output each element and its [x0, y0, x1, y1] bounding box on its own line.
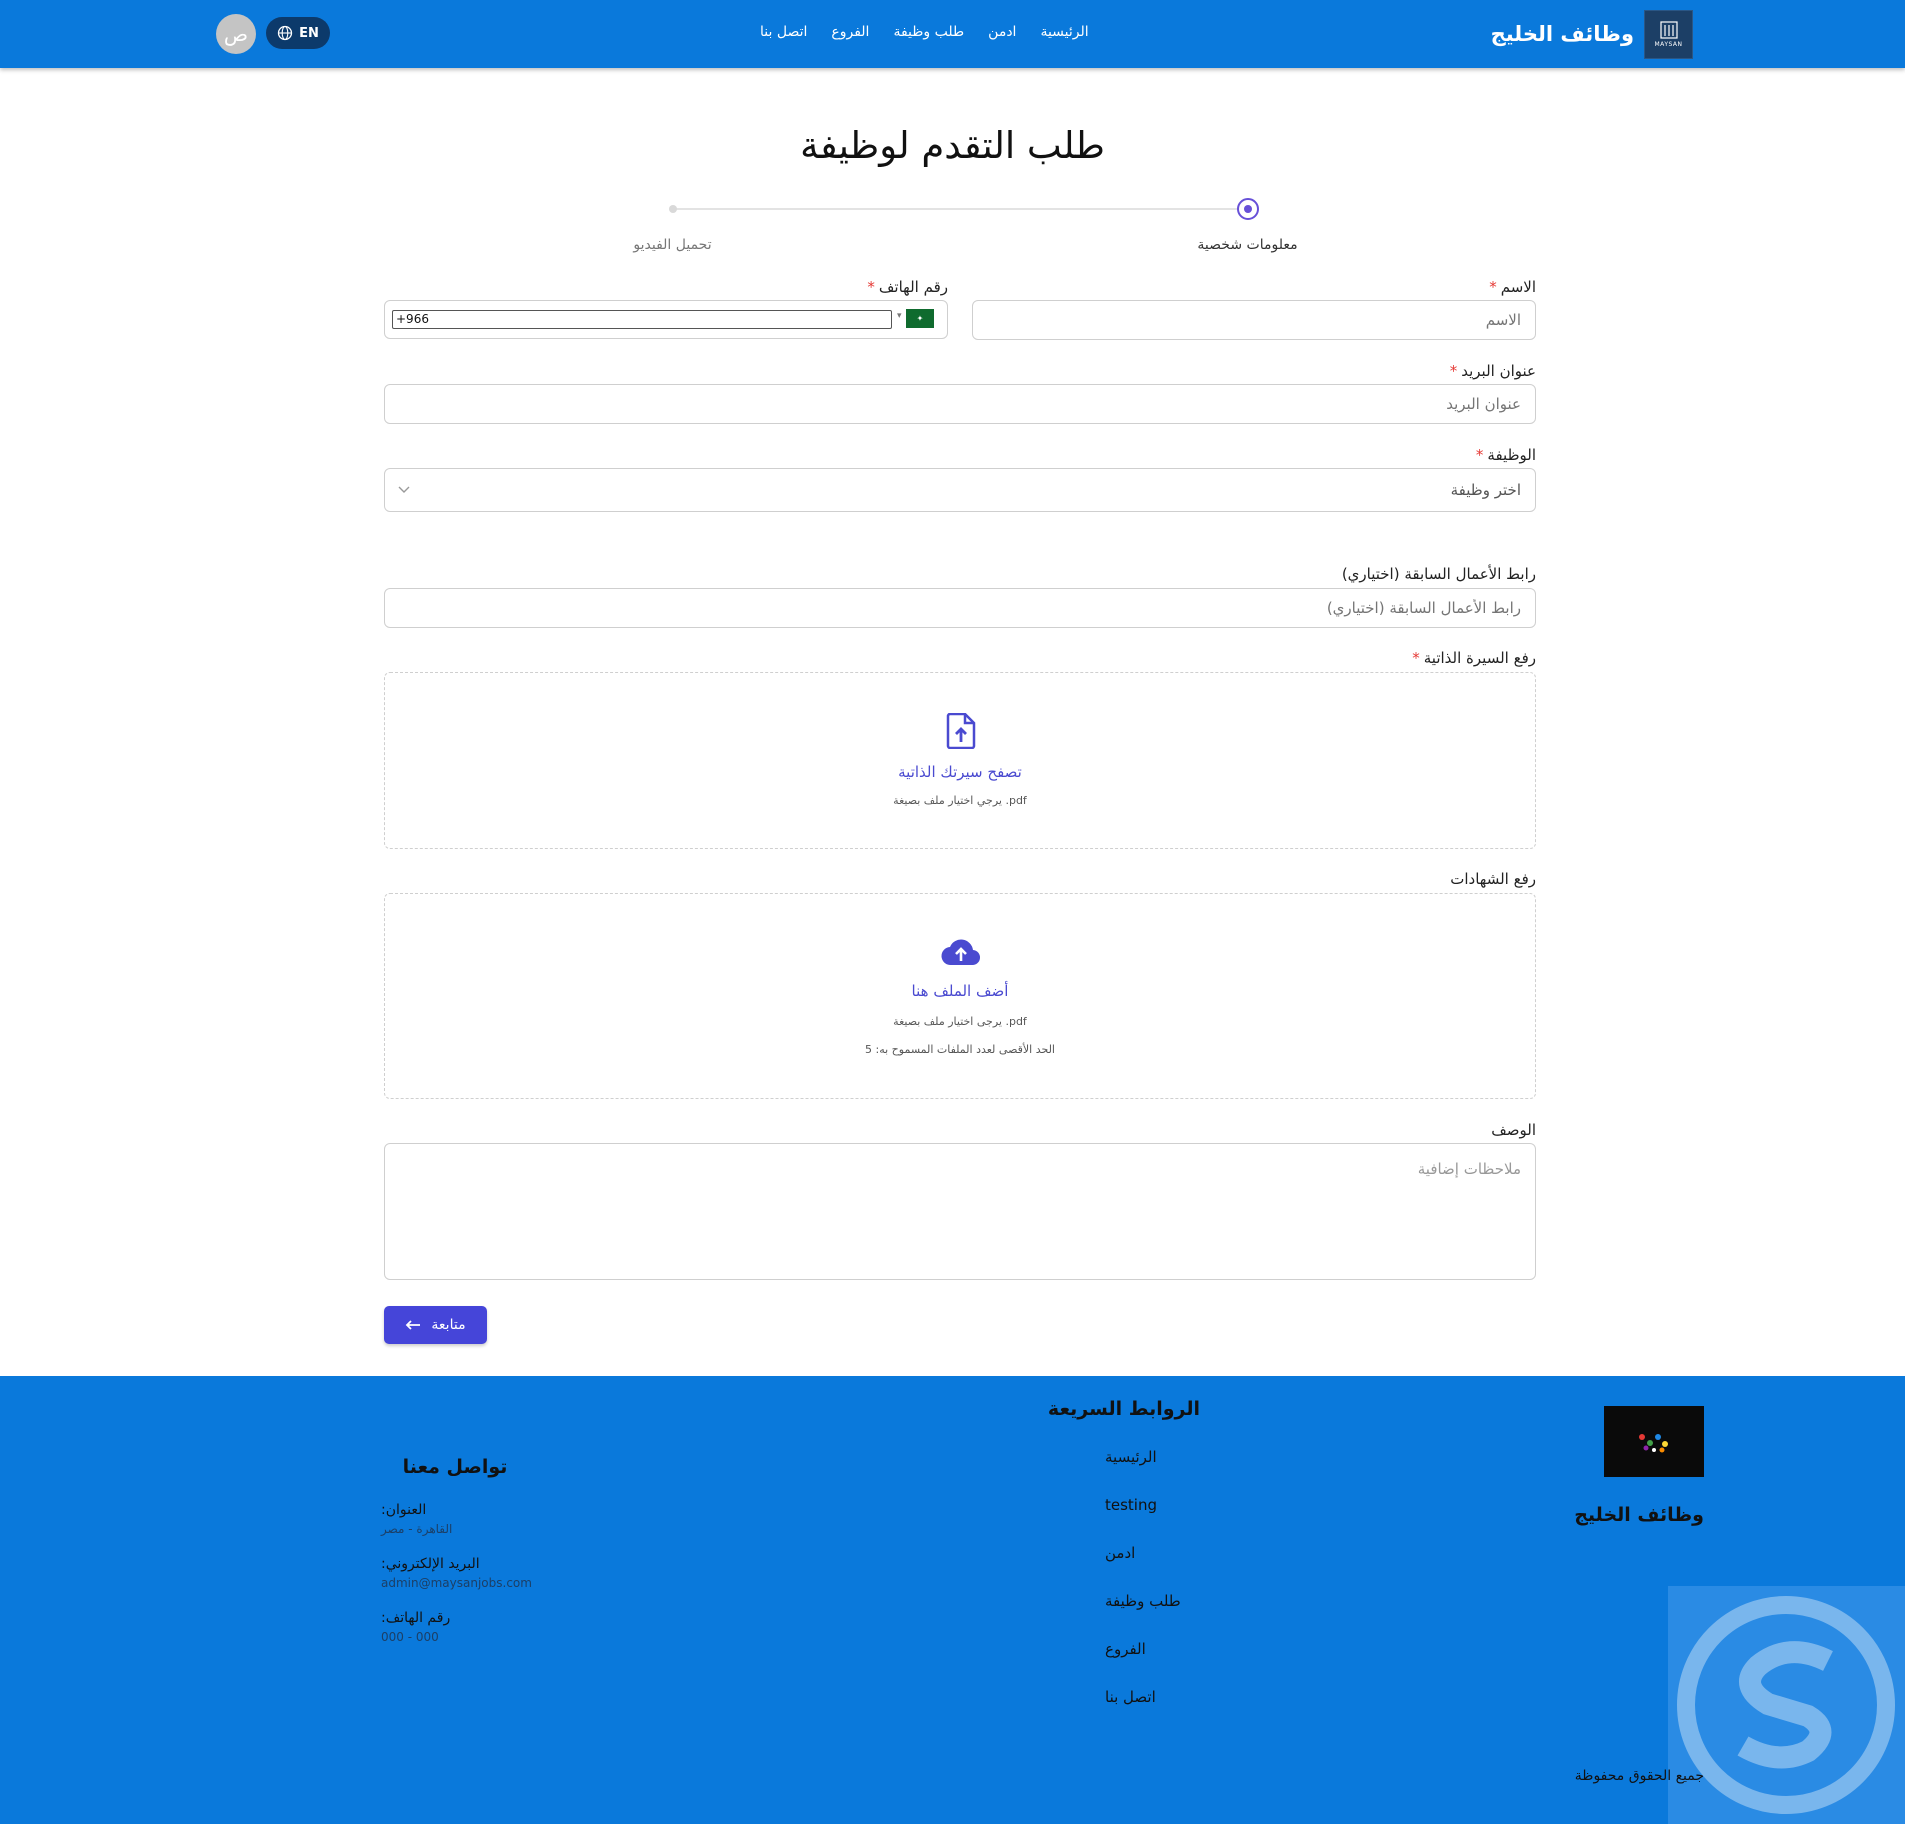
- globe-icon: [277, 25, 293, 41]
- step-personal-info-indicator: [1237, 198, 1259, 220]
- language-label: EN: [299, 25, 319, 41]
- logo-text: MAYSAN: [1654, 40, 1683, 48]
- footer-logo[interactable]: [1604, 1406, 1704, 1477]
- watermark-logo: [1668, 1586, 1905, 1824]
- footer-link-contact[interactable]: اتصل بنا: [1105, 1688, 1215, 1736]
- nav-admin[interactable]: ادمن: [988, 24, 1016, 40]
- cloud-upload-icon: [941, 939, 981, 966]
- cv-label-text: رفع السيرة الذاتية: [1423, 649, 1536, 667]
- next-button[interactable]: متابعة: [384, 1306, 487, 1344]
- job-label-text: الوظيفة: [1487, 446, 1536, 464]
- stepper-line: [673, 208, 1240, 210]
- phone-label-text: رقم الهاتف: [878, 278, 948, 296]
- name-input[interactable]: [972, 300, 1536, 340]
- footer-link-home[interactable]: الرئيسية: [1105, 1448, 1215, 1496]
- footer: وظائف الخليج الروابط السريعة الرئيسية te…: [0, 1376, 1905, 1824]
- phone-value: 000 - 000: [381, 1630, 439, 1644]
- required-mark: *: [1475, 446, 1484, 464]
- nav-home[interactable]: الرئيسية: [1040, 24, 1088, 40]
- brand-name: وظائف الخليج: [1490, 22, 1634, 46]
- language-toggle-button[interactable]: EN: [266, 17, 330, 49]
- phone-field: ✦ ▾ +966: [384, 300, 948, 339]
- quick-links-list: الرئيسية testing ادمن طلب وظيفة الفروع ا…: [1105, 1448, 1215, 1736]
- required-mark: *: [867, 278, 875, 296]
- email-label: عنوان البريد*: [1236, 362, 1536, 380]
- contact-title: تواصل معنا: [402, 1456, 508, 1478]
- s-logo-icon: [1677, 1596, 1895, 1814]
- step-personal-info-label: معلومات شخصية: [1197, 237, 1298, 253]
- arrow-left-icon: [406, 1320, 421, 1330]
- cv-upload-dropzone[interactable]: تصفح سيرتك الذاتية يرجي اختيار ملف بصيغة…: [384, 672, 1536, 849]
- file-upload-icon: [946, 713, 976, 749]
- brand[interactable]: MAYSAN وظائف الخليج: [1490, 9, 1693, 59]
- phone-label: رقم الهاتف:: [381, 1610, 451, 1626]
- cv-upload-hint: يرجي اختيار ملف بصيغة .pdf: [893, 794, 1027, 807]
- chevron-down-icon[interactable]: ▾: [897, 311, 902, 321]
- footer-link-branches[interactable]: الفروع: [1105, 1640, 1215, 1688]
- required-mark: *: [1449, 362, 1458, 380]
- address-label: العنوان:: [381, 1502, 427, 1518]
- next-button-label: متابعة: [431, 1317, 466, 1333]
- step-video-label: تحميل الفيديو: [633, 237, 712, 253]
- portfolio-input[interactable]: [384, 588, 1536, 628]
- description-label: الوصف: [1491, 1121, 1536, 1139]
- footer-link-testing[interactable]: testing: [1105, 1496, 1215, 1544]
- portfolio-label: رابط الأعمال السابقة (اختياري): [1341, 565, 1536, 583]
- main-nav: الرئيسية ادمن طلب وظيفة الفروع اتصل بنا: [760, 24, 1089, 40]
- footer-link-admin[interactable]: ادمن: [1105, 1544, 1215, 1592]
- footer-brand-name: وظائف الخليج: [1574, 1504, 1704, 1526]
- address-value: القاهرة - مصر: [381, 1522, 453, 1536]
- email-label-text: عنوان البريد: [1461, 362, 1536, 380]
- email-input[interactable]: [384, 384, 1536, 424]
- required-mark: *: [1489, 278, 1497, 296]
- phone-input[interactable]: +966: [392, 310, 892, 329]
- saudi-flag-icon[interactable]: ✦: [906, 309, 934, 328]
- description-textarea[interactable]: ملاحظات إضافية: [384, 1143, 1536, 1280]
- chevron-down-icon[interactable]: [397, 482, 411, 496]
- name-label-text: الاسم: [1500, 278, 1536, 296]
- job-label: الوظيفة*: [1236, 446, 1536, 464]
- job-select[interactable]: اختر وظيفة: [384, 468, 1536, 512]
- phone-label: رقم الهاتف*: [748, 278, 948, 296]
- certificates-upload-title: أضف الملف هنا: [911, 982, 1009, 1000]
- required-mark: *: [1412, 649, 1420, 667]
- cv-label: رفع السيرة الذاتية*: [1236, 649, 1536, 667]
- certificates-upload-dropzone[interactable]: أضف الملف هنا يرجى اختيار ملف بصيغة .pdf…: [384, 893, 1536, 1099]
- nav-branches[interactable]: الفروع: [831, 24, 869, 40]
- certificates-label: رفع الشهادات: [1450, 870, 1536, 888]
- top-navbar: MAYSAN وظائف الخليج الرئيسية ادمن طلب وظ…: [0, 0, 1905, 68]
- quick-links-title: الروابط السريعة: [1047, 1398, 1200, 1420]
- nav-job-request[interactable]: طلب وظيفة: [893, 24, 964, 40]
- job-select-value: اختر وظيفة: [1450, 481, 1521, 499]
- certificates-upload-hint: يرجى اختيار ملف بصيغة .pdf: [893, 1015, 1027, 1028]
- logo-icon: [1639, 1433, 1668, 1452]
- email-value[interactable]: admin@maysanjobs.com: [381, 1576, 581, 1590]
- page-title: طلب التقدم لوظيفة: [800, 124, 1105, 167]
- email-label: البريد الإلكتروني:: [381, 1556, 480, 1572]
- user-avatar[interactable]: ص: [216, 14, 256, 54]
- brand-logo: MAYSAN: [1644, 9, 1693, 59]
- nav-contact[interactable]: اتصل بنا: [760, 24, 807, 40]
- cv-upload-title: تصفح سيرتك الذاتية: [898, 763, 1022, 781]
- step-video-indicator: [669, 205, 677, 213]
- copyright-text: جميع الحقوق محفوظة: [1574, 1768, 1704, 1784]
- name-label: الاسم*: [1336, 278, 1536, 296]
- footer-link-job-request[interactable]: طلب وظيفة: [1105, 1592, 1215, 1640]
- building-icon: [1659, 20, 1678, 39]
- certificates-upload-limit: الحد الأقصى لعدد الملفات المسموح به: 5: [865, 1043, 1055, 1056]
- contact-info: العنوان: القاهرة - مصر البريد الإلكتروني…: [381, 1502, 581, 1664]
